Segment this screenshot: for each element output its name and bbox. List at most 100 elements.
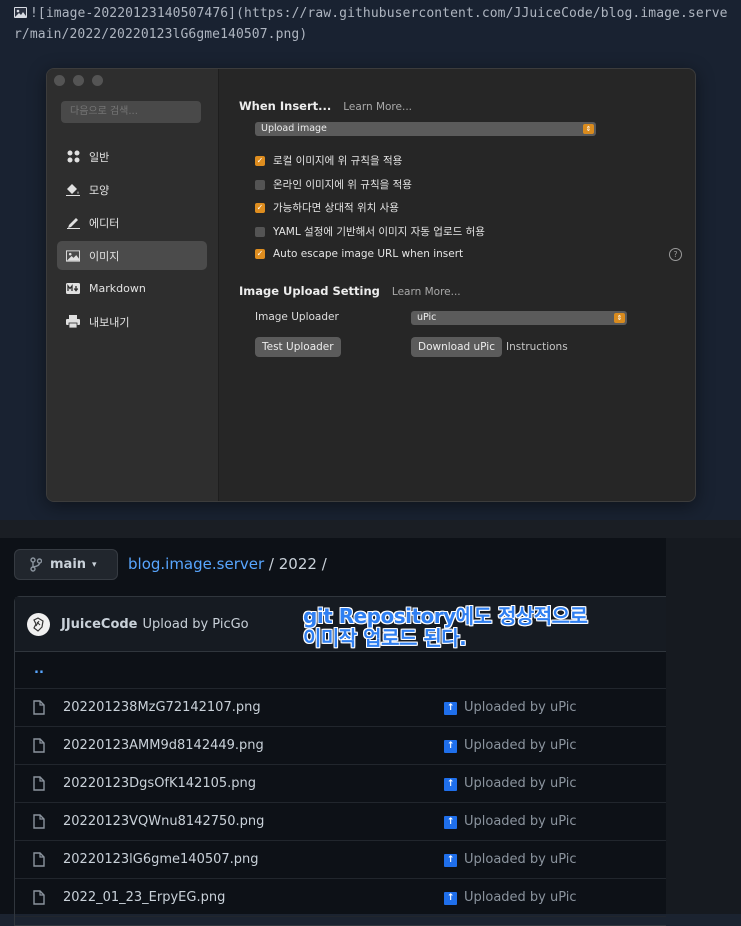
checkbox-checked[interactable]: ✓	[255, 249, 265, 259]
file-commit-message[interactable]: Uploaded by uPic	[464, 852, 577, 867]
preferences-window: 일반 모양 에디터 이미지 Markdown	[46, 68, 696, 502]
file-row[interactable]: 20220123VQWnu8142750.png ↑ Uploaded by u…	[15, 803, 666, 841]
image-icon	[66, 249, 80, 263]
zoom-button[interactable]	[92, 75, 103, 86]
option-relative-path[interactable]: ✓ 가능하다면 상대적 위치 사용	[255, 200, 399, 215]
file-name-link[interactable]: 20220123AMM9d8142449.png	[63, 738, 264, 753]
file-commit-message[interactable]: Uploaded by uPic	[464, 776, 577, 791]
file-row[interactable]: 202201238MzG72142107.png ↑ Uploaded by u…	[15, 689, 666, 727]
upload-arrow-icon: ↑	[444, 778, 457, 791]
when-insert-title: When Insert...	[239, 99, 332, 113]
breadcrumb-repo-link[interactable]: blog.image.server	[128, 555, 264, 573]
option-auto-escape[interactable]: ✓ Auto escape image URL when insert	[255, 248, 463, 260]
breadcrumb-folder: 2022	[278, 555, 317, 573]
preferences-sidebar: 일반 모양 에디터 이미지 Markdown	[47, 69, 219, 501]
image-icon	[14, 7, 27, 18]
file-name-link[interactable]: 202201238MzG72142107.png	[63, 700, 261, 715]
nav-item-general[interactable]: 일반	[57, 142, 207, 171]
when-insert-learn-more-link[interactable]: Learn More...	[343, 101, 412, 113]
markdown-icon	[66, 282, 80, 296]
image-uploader-select-value: uPic	[417, 312, 437, 323]
file-row[interactable]: 20220123lG6gme140507.png ↑ Uploaded by u…	[15, 841, 666, 879]
file-row[interactable]: 20220123DgsOfK142105.png ↑ Uploaded by u…	[15, 765, 666, 803]
side-margin	[666, 538, 741, 914]
file-name-link[interactable]: 2022_01_23_ErpyEG.png	[63, 890, 225, 905]
upload-setting-section-title: Image Upload Setting Learn More...	[239, 284, 461, 298]
upload-arrow-icon: ↑	[444, 816, 457, 829]
upload-arrow-icon: ↑	[444, 854, 457, 867]
pencil-icon	[66, 216, 80, 230]
when-insert-select-value: Upload image	[261, 123, 327, 134]
editor-area: ![image-20220123140507476](https://raw.g…	[0, 0, 741, 520]
file-commit-message[interactable]: Uploaded by uPic	[464, 890, 577, 905]
parent-directory-link[interactable]: ..	[15, 652, 666, 689]
avatar[interactable]	[27, 612, 50, 636]
markdown-image-line[interactable]: ![image-20220123140507476](https://raw.g…	[14, 3, 734, 45]
nav-item-appearance[interactable]: 모양	[57, 175, 207, 204]
file-commit-message[interactable]: Uploaded by uPic	[464, 738, 577, 753]
breadcrumb: blog.image.server / 2022 /	[128, 555, 327, 573]
upload-setting-learn-more-link[interactable]: Learn More...	[392, 286, 461, 298]
checkbox-unchecked[interactable]	[255, 226, 265, 237]
divider	[0, 520, 741, 538]
file-commit-message[interactable]: Uploaded by uPic	[464, 814, 577, 829]
nav-item-image[interactable]: 이미지	[57, 241, 207, 270]
preferences-content: When Insert... Learn More... Upload imag…	[219, 69, 695, 501]
commit-message[interactable]: Upload by PicGo	[143, 617, 249, 632]
caret-down-icon: ▾	[92, 559, 97, 570]
file-name-link[interactable]: 20220123DgsOfK142105.png	[63, 776, 256, 791]
annotation-line: 이미작 업로드 된다.	[303, 626, 467, 650]
minimize-button[interactable]	[73, 75, 84, 86]
window-controls	[54, 75, 103, 86]
preferences-nav: 일반 모양 에디터 이미지 Markdown 내보내기	[57, 142, 207, 340]
image-uploader-select[interactable]: uPic ⇕	[411, 311, 627, 325]
nav-label: 에디터	[89, 216, 120, 230]
option-apply-online[interactable]: 온라인 이미지에 위 규칙을 적용	[255, 177, 412, 192]
printer-icon	[66, 315, 80, 329]
branch-select-button[interactable]: main ▾	[14, 549, 118, 580]
nav-item-export[interactable]: 내보내기	[57, 307, 207, 336]
commit-author[interactable]: JJuiceCode	[61, 617, 138, 632]
option-label: YAML 설정에 기반해서 이미지 자동 업로드 허용	[273, 226, 485, 238]
test-uploader-button[interactable]: Test Uploader	[255, 337, 341, 357]
checkbox-checked[interactable]: ✓	[255, 155, 265, 166]
when-insert-select[interactable]: Upload image ⇕	[255, 122, 596, 136]
branch-name: main	[50, 557, 87, 572]
option-yaml-upload[interactable]: YAML 설정에 기반해서 이미지 자동 업로드 허용	[255, 224, 485, 239]
file-row[interactable]: 2022_01_23_ErpyEG.png ↑ Uploaded by uPic	[15, 879, 666, 917]
option-label: 가능하다면 상대적 위치 사용	[273, 202, 399, 214]
nav-label: 모양	[89, 183, 110, 197]
when-insert-section-title: When Insert... Learn More...	[239, 99, 412, 113]
file-row[interactable]: 20220123AMM9d8142449.png ↑ Uploaded by u…	[15, 727, 666, 765]
upload-arrow-icon: ↑	[444, 892, 457, 905]
instructions-link[interactable]: Instructions	[506, 341, 568, 353]
nav-label: 일반	[89, 150, 110, 164]
file-icon	[33, 776, 45, 795]
repo-panel: main ▾ blog.image.server / 2022 / JJuice…	[0, 538, 666, 926]
annotation-text: git Repository에도 정상적으로 이미작 업로드 된다.	[303, 605, 588, 650]
upload-arrow-icon: ↑	[444, 702, 457, 715]
option-label: 온라인 이미지에 위 규칙을 적용	[273, 179, 412, 191]
upload-setting-title: Image Upload Setting	[239, 284, 380, 298]
checkbox-checked[interactable]: ✓	[255, 202, 265, 213]
nav-item-editor[interactable]: 에디터	[57, 208, 207, 237]
preferences-search-input[interactable]	[61, 101, 201, 123]
close-button[interactable]	[54, 75, 65, 86]
grid-icon	[66, 150, 80, 164]
option-label: Auto escape image URL when insert	[273, 248, 464, 260]
file-icon	[33, 738, 45, 757]
github-repo-view: main ▾ blog.image.server / 2022 / JJuice…	[0, 520, 741, 926]
help-icon[interactable]: ?	[669, 248, 682, 261]
nav-item-markdown[interactable]: Markdown	[57, 274, 207, 303]
download-upic-button[interactable]: Download uPic	[411, 337, 502, 357]
file-commit-message[interactable]: Uploaded by uPic	[464, 700, 577, 715]
file-name-link[interactable]: 20220123VQWnu8142750.png	[63, 814, 264, 829]
breadcrumb-separator: /	[316, 555, 327, 573]
checkbox-unchecked[interactable]	[255, 179, 265, 190]
file-name-link[interactable]: 20220123lG6gme140507.png	[63, 852, 259, 867]
file-icon	[33, 890, 45, 909]
option-apply-local[interactable]: ✓ 로컬 이미지에 위 규칙을 적용	[255, 153, 402, 168]
file-icon	[33, 700, 45, 719]
updown-arrow-icon: ⇕	[614, 313, 625, 323]
paint-bucket-icon	[66, 183, 80, 197]
